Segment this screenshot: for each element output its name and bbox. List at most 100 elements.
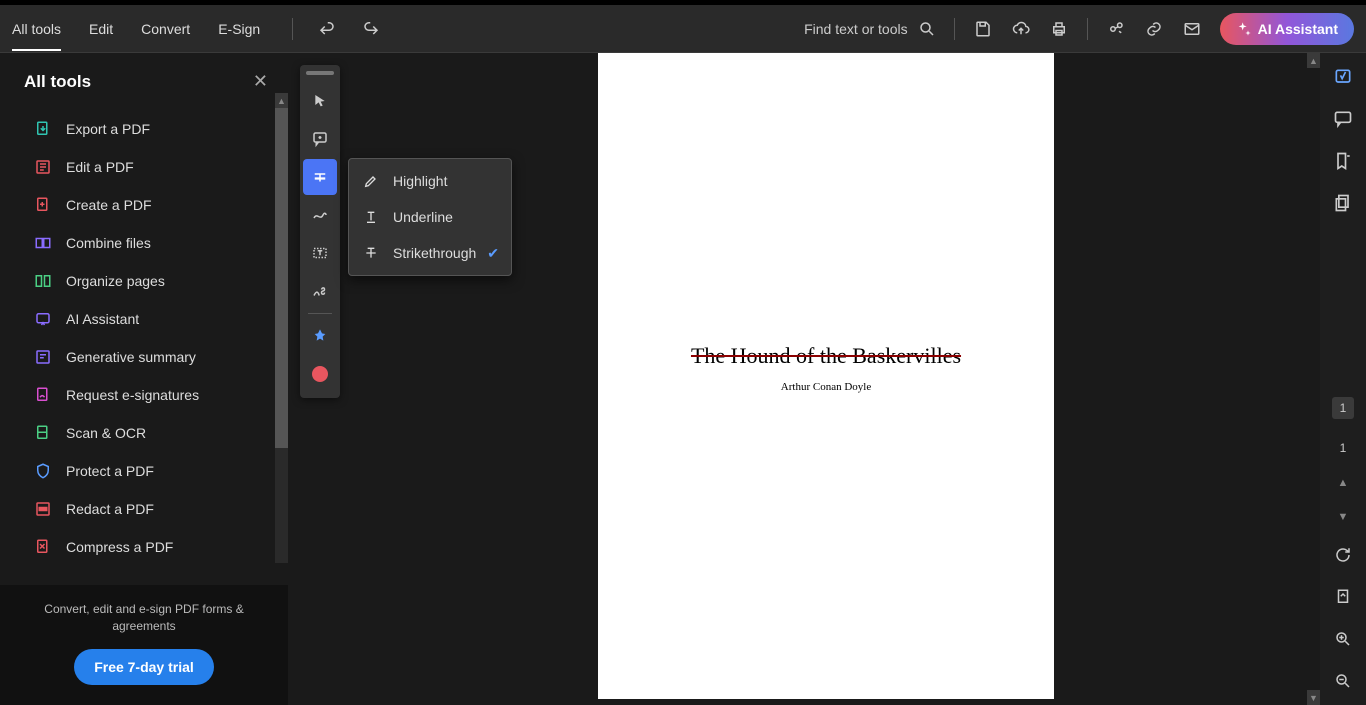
quick-toolbar[interactable] [300, 65, 340, 398]
underline-icon [363, 209, 379, 225]
separator [308, 313, 332, 314]
color-swatch-icon [312, 366, 328, 382]
bookmarks-panel-icon[interactable] [1333, 151, 1353, 171]
scroll-down-icon[interactable]: ▼ [1307, 690, 1320, 705]
redact-icon [34, 500, 52, 518]
text-markup-popup: Highlight Underline Strikethrough ✔ [348, 158, 512, 276]
popup-label: Strikethrough [393, 245, 476, 261]
find-text-or-tools[interactable]: Find text or tools [804, 20, 936, 38]
fit-page-button[interactable] [1333, 587, 1353, 607]
ai-assistant-button[interactable]: AI Assistant [1220, 13, 1354, 45]
tool-label: Organize pages [66, 273, 165, 289]
tools-list: Export a PDF Edit a PDF Create a PDF Com… [0, 106, 288, 585]
tool-protect-pdf[interactable]: Protect a PDF [0, 452, 288, 490]
drag-handle-icon[interactable] [306, 71, 334, 75]
select-tool[interactable] [303, 83, 337, 119]
tool-label: Compress a PDF [66, 539, 173, 555]
scroll-up-icon[interactable]: ▲ [1307, 53, 1320, 68]
ai-sparkle-icon [1236, 21, 1252, 37]
summary-icon [34, 348, 52, 366]
tool-label: Redact a PDF [66, 501, 154, 517]
create-icon [34, 196, 52, 214]
highlight-icon [363, 173, 379, 189]
page-down-button[interactable]: ▼ [1338, 511, 1349, 523]
link-button[interactable] [1144, 19, 1164, 39]
menu-esign[interactable]: E-Sign [218, 7, 260, 51]
combine-icon [34, 234, 52, 252]
menu-bar: All tools Edit Convert E-Sign [12, 7, 260, 51]
save-button[interactable] [973, 19, 993, 39]
tool-scan-ocr[interactable]: Scan & OCR [0, 414, 288, 452]
color-picker[interactable] [303, 356, 337, 392]
tool-export-pdf[interactable]: Export a PDF [0, 110, 288, 148]
divider [1087, 18, 1088, 40]
current-page-number[interactable]: 1 [1332, 397, 1355, 419]
panel-title: All tools [24, 72, 91, 92]
text-box-tool[interactable] [303, 235, 337, 271]
document-title-text[interactable]: The Hound of the Baskervilles [598, 343, 1054, 369]
upload-button[interactable] [1011, 19, 1031, 39]
document-scrollbar[interactable]: ▲ ▼ [1307, 53, 1320, 705]
menu-all-tools[interactable]: All tools [12, 7, 61, 51]
tool-redact-pdf[interactable]: Redact a PDF [0, 490, 288, 528]
sign-tool[interactable] [303, 273, 337, 309]
share-button[interactable] [1106, 19, 1126, 39]
zoom-in-button[interactable] [1333, 629, 1353, 649]
tool-label: Combine files [66, 235, 151, 251]
popup-label: Underline [393, 209, 453, 225]
menu-convert[interactable]: Convert [141, 7, 190, 51]
tool-compress-pdf[interactable]: Compress a PDF [0, 528, 288, 566]
page-up-button[interactable]: ▲ [1338, 477, 1349, 489]
scan-icon [34, 424, 52, 442]
document-viewport[interactable]: The Hound of the Baskervilles Arthur Con… [288, 53, 1320, 705]
pdf-page[interactable]: The Hound of the Baskervilles Arthur Con… [598, 53, 1054, 699]
tool-ai-assistant[interactable]: AI Assistant [0, 300, 288, 338]
app-toolbar: All tools Edit Convert E-Sign Find text … [0, 5, 1366, 53]
strikethrough-icon [363, 245, 379, 261]
tool-combine-files[interactable]: Combine files [0, 224, 288, 262]
right-rail: 1 1 ▲ ▼ [1320, 53, 1366, 705]
tool-label: AI Assistant [66, 311, 139, 327]
popup-label: Highlight [393, 173, 447, 189]
esign-icon [34, 386, 52, 404]
popup-highlight[interactable]: Highlight [349, 163, 511, 199]
tool-label: Scan & OCR [66, 425, 146, 441]
footer-text: Convert, edit and e-sign PDF forms & agr… [24, 601, 264, 635]
ai-panel-icon[interactable] [1333, 67, 1353, 87]
total-pages-number: 1 [1340, 441, 1347, 455]
redo-button[interactable] [361, 18, 381, 38]
organize-icon [34, 272, 52, 290]
tool-request-esign[interactable]: Request e-signatures [0, 376, 288, 414]
search-icon [918, 20, 936, 38]
scroll-up-icon[interactable]: ▲ [275, 93, 288, 108]
all-tools-panel: All tools ✕ Export a PDF Edit a PDF Crea… [0, 53, 288, 705]
rotate-button[interactable] [1333, 545, 1353, 565]
check-icon: ✔ [487, 245, 499, 262]
zoom-out-button[interactable] [1333, 671, 1353, 691]
tool-organize-pages[interactable]: Organize pages [0, 262, 288, 300]
menu-edit[interactable]: Edit [89, 7, 113, 51]
protect-icon [34, 462, 52, 480]
popup-underline[interactable]: Underline [349, 199, 511, 235]
sidebar-scrollbar[interactable]: ▲ [275, 93, 288, 563]
popup-strikethrough[interactable]: Strikethrough ✔ [349, 235, 511, 271]
pages-panel-icon[interactable] [1333, 193, 1353, 213]
print-button[interactable] [1049, 19, 1069, 39]
email-button[interactable] [1182, 19, 1202, 39]
tool-label: Request e-signatures [66, 387, 199, 403]
tool-edit-pdf[interactable]: Edit a PDF [0, 148, 288, 186]
undo-button[interactable] [317, 18, 337, 38]
tool-label: Protect a PDF [66, 463, 154, 479]
close-panel-button[interactable]: ✕ [253, 71, 268, 92]
text-markup-tool[interactable] [303, 159, 337, 195]
document-author-text[interactable]: Arthur Conan Doyle [598, 381, 1054, 393]
comments-panel-icon[interactable] [1333, 109, 1353, 129]
tool-label: Create a PDF [66, 197, 152, 213]
tool-generative-summary[interactable]: Generative summary [0, 338, 288, 376]
scroll-thumb[interactable] [275, 108, 288, 448]
comment-tool[interactable] [303, 121, 337, 157]
draw-tool[interactable] [303, 197, 337, 233]
free-trial-button[interactable]: Free 7-day trial [74, 649, 214, 685]
pin-tool[interactable] [303, 318, 337, 354]
tool-create-pdf[interactable]: Create a PDF [0, 186, 288, 224]
